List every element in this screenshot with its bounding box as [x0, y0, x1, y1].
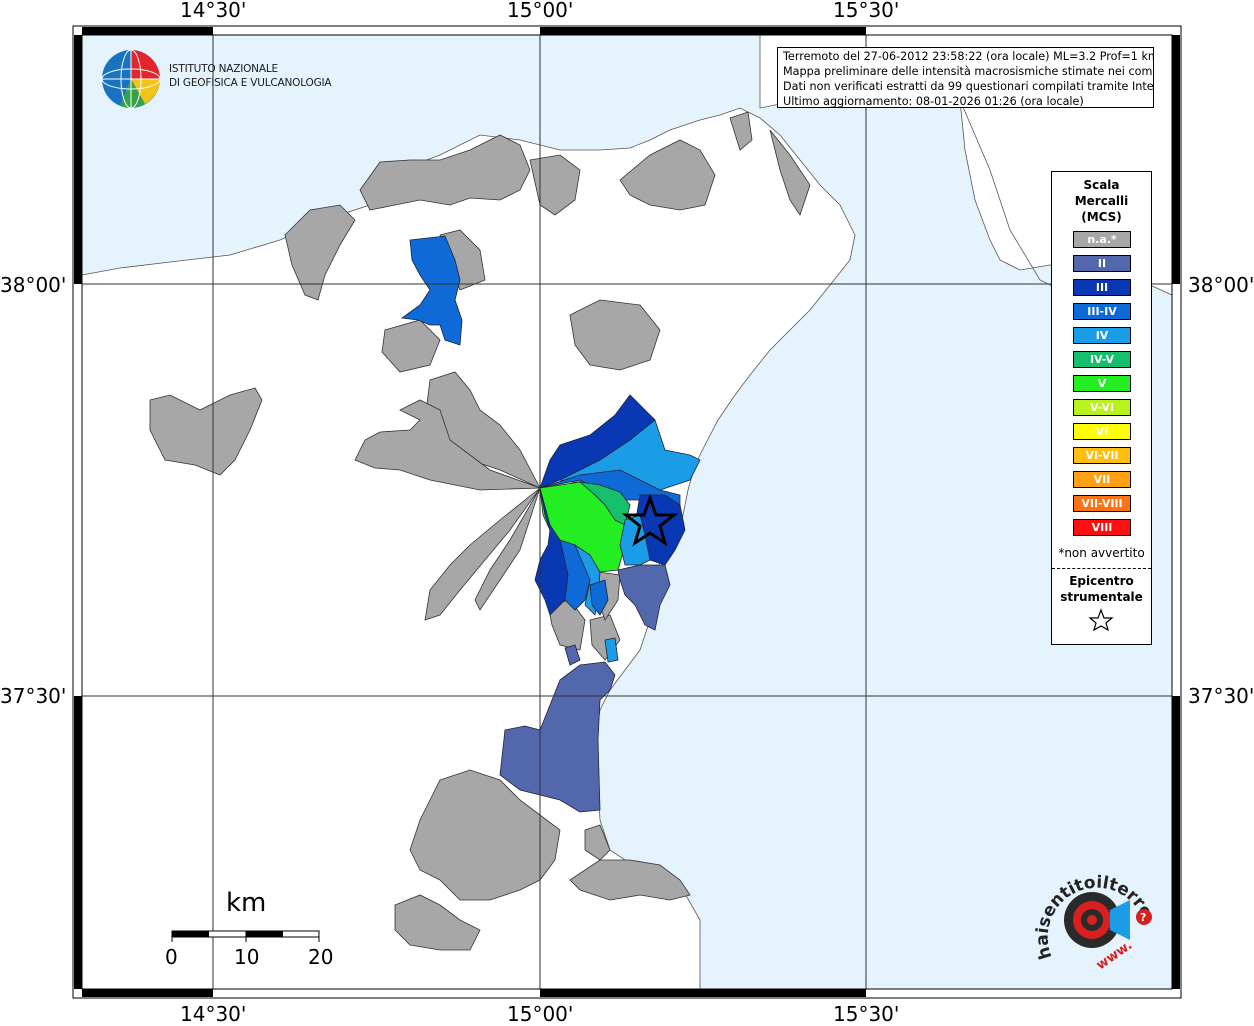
info-line-4: Ultimo aggiornamento: 08-01-2026 01:26 (…: [783, 95, 1084, 108]
coord-right-1: 38°00': [1188, 273, 1254, 297]
legend-swatch-4: IV: [1073, 327, 1131, 344]
legend-epicenter-line2: strumentale: [1060, 590, 1143, 604]
scale-label-0: 0: [165, 945, 178, 969]
scale-unit: km: [226, 888, 267, 918]
legend-swatch-10: VII: [1073, 471, 1131, 488]
hsit-logo: haisentitoilterremoto.it ? www.: [1030, 862, 1156, 973]
legend-epicenter-label: Epicentro strumentale: [1052, 573, 1151, 605]
institute-name-line2: DI GEOFISICA E VULCANOLOGIA: [169, 77, 332, 89]
legend-swatch-5: IV-V: [1073, 351, 1131, 368]
legend-swatch-0: n.a.*: [1073, 231, 1131, 248]
info-line-1: Terremoto del 27-06-2012 23:58:22 (ora l…: [783, 50, 1154, 63]
earthquake-info-box: Terremoto del 27-06-2012 23:58:22 (ora l…: [777, 47, 1154, 108]
legend-title-line2: Mercalli: [1074, 194, 1129, 208]
svg-text:?: ?: [1140, 911, 1146, 924]
legend-swatch-7: V-VI: [1073, 399, 1131, 416]
legend-swatch-2: III: [1073, 279, 1131, 296]
legend-swatch-8: VI: [1073, 423, 1131, 440]
coord-top-2: 15°00': [507, 0, 574, 22]
institute-name: ISTITUTO NAZIONALE DI GEOFISICA E VULCAN…: [169, 62, 332, 90]
coord-top-3: 15°30': [833, 0, 900, 22]
scale-label-10: 10: [234, 945, 260, 969]
legend-swatch-11: VII-VIII: [1073, 495, 1131, 512]
institute-name-line1: ISTITUTO NAZIONALE: [169, 63, 278, 75]
legend-swatch-12: VIII: [1073, 519, 1131, 536]
legend-swatch-9: VI-VII: [1073, 447, 1131, 464]
ingv-globe-logo: [101, 49, 161, 109]
legend-swatch-6: V: [1073, 375, 1131, 392]
scale-label-20: 20: [308, 945, 334, 969]
legend-title-line1: Scala: [1083, 178, 1120, 192]
legend-star-icon: [1088, 608, 1114, 632]
legend-title-line3: (MCS): [1081, 210, 1122, 224]
coord-top-1: 14°30': [180, 0, 247, 22]
legend-swatch-1: II: [1073, 255, 1131, 272]
info-line-3: Dati non verificati estratti da 99 quest…: [783, 80, 1154, 93]
info-line-2: Mappa preliminare delle intensità macros…: [783, 65, 1154, 78]
coord-bottom-1: 14°30': [180, 1002, 247, 1026]
mcs-legend: Scala Mercalli (MCS) n.a.* II III III-IV IV I…: [1051, 171, 1152, 645]
legend-title: Scala Mercalli (MCS): [1052, 177, 1151, 225]
coord-left-1: 38°00': [0, 273, 67, 297]
legend-note: *non avvertito: [1058, 546, 1145, 560]
coord-bottom-3: 15°30': [833, 1002, 900, 1026]
coord-right-2: 37°30': [1188, 684, 1254, 708]
legend-epicenter-line1: Epicentro: [1069, 574, 1134, 588]
coord-bottom-2: 15°00': [507, 1002, 574, 1026]
legend-swatch-3: III-IV: [1073, 303, 1131, 320]
coord-left-2: 37°30': [0, 684, 67, 708]
legend-separator: [1052, 568, 1151, 569]
